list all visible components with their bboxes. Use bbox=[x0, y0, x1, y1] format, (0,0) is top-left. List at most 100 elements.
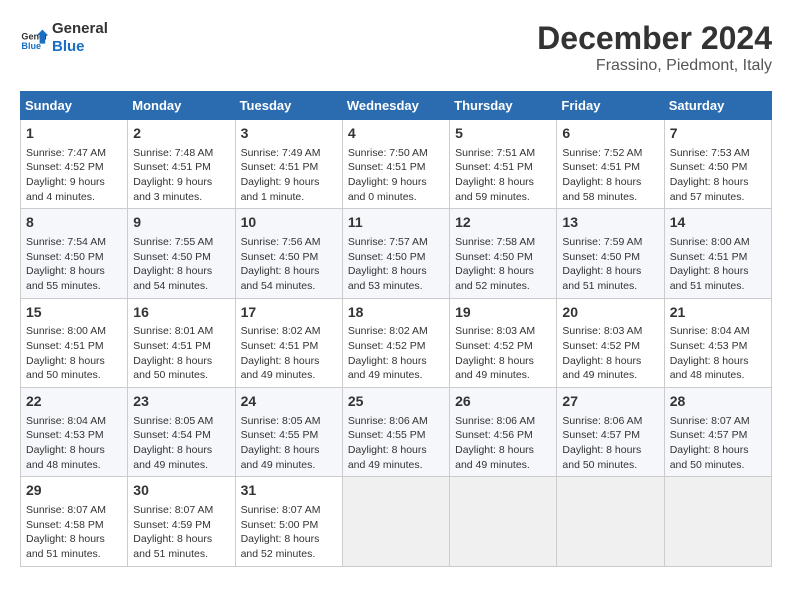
calendar-cell: 10Sunrise: 7:56 AM Sunset: 4:50 PM Dayli… bbox=[235, 209, 342, 298]
col-header-monday: Monday bbox=[128, 92, 235, 120]
calendar-cell: 17Sunrise: 8:02 AM Sunset: 4:51 PM Dayli… bbox=[235, 298, 342, 387]
day-number: 8 bbox=[26, 213, 122, 233]
calendar-cell: 2Sunrise: 7:48 AM Sunset: 4:51 PM Daylig… bbox=[128, 120, 235, 209]
day-number: 29 bbox=[26, 481, 122, 501]
day-info: Sunrise: 8:07 AM Sunset: 4:58 PM Dayligh… bbox=[26, 503, 122, 562]
day-info: Sunrise: 7:52 AM Sunset: 4:51 PM Dayligh… bbox=[562, 146, 658, 205]
calendar-cell: 29Sunrise: 8:07 AM Sunset: 4:58 PM Dayli… bbox=[21, 477, 128, 566]
day-number: 19 bbox=[455, 303, 551, 323]
logo-icon: General Blue bbox=[20, 24, 48, 52]
col-header-wednesday: Wednesday bbox=[342, 92, 449, 120]
day-number: 31 bbox=[241, 481, 337, 501]
svg-text:Blue: Blue bbox=[21, 41, 41, 51]
logo: General Blue General Blue bbox=[20, 20, 108, 56]
day-number: 26 bbox=[455, 392, 551, 412]
day-number: 17 bbox=[241, 303, 337, 323]
day-info: Sunrise: 7:48 AM Sunset: 4:51 PM Dayligh… bbox=[133, 146, 229, 205]
calendar-cell: 24Sunrise: 8:05 AM Sunset: 4:55 PM Dayli… bbox=[235, 388, 342, 477]
day-info: Sunrise: 8:04 AM Sunset: 4:53 PM Dayligh… bbox=[26, 414, 122, 473]
calendar-cell: 19Sunrise: 8:03 AM Sunset: 4:52 PM Dayli… bbox=[450, 298, 557, 387]
day-number: 5 bbox=[455, 124, 551, 144]
calendar-cell bbox=[450, 477, 557, 566]
day-info: Sunrise: 8:07 AM Sunset: 4:57 PM Dayligh… bbox=[670, 414, 766, 473]
calendar-cell: 13Sunrise: 7:59 AM Sunset: 4:50 PM Dayli… bbox=[557, 209, 664, 298]
calendar-cell: 9Sunrise: 7:55 AM Sunset: 4:50 PM Daylig… bbox=[128, 209, 235, 298]
col-header-tuesday: Tuesday bbox=[235, 92, 342, 120]
day-info: Sunrise: 8:06 AM Sunset: 4:57 PM Dayligh… bbox=[562, 414, 658, 473]
day-number: 9 bbox=[133, 213, 229, 233]
day-info: Sunrise: 7:59 AM Sunset: 4:50 PM Dayligh… bbox=[562, 235, 658, 294]
calendar-cell: 18Sunrise: 8:02 AM Sunset: 4:52 PM Dayli… bbox=[342, 298, 449, 387]
calendar-cell: 14Sunrise: 8:00 AM Sunset: 4:51 PM Dayli… bbox=[664, 209, 771, 298]
day-number: 25 bbox=[348, 392, 444, 412]
day-info: Sunrise: 8:05 AM Sunset: 4:54 PM Dayligh… bbox=[133, 414, 229, 473]
day-number: 24 bbox=[241, 392, 337, 412]
calendar-cell: 12Sunrise: 7:58 AM Sunset: 4:50 PM Dayli… bbox=[450, 209, 557, 298]
day-info: Sunrise: 8:00 AM Sunset: 4:51 PM Dayligh… bbox=[26, 324, 122, 383]
day-number: 3 bbox=[241, 124, 337, 144]
week-row-3: 15Sunrise: 8:00 AM Sunset: 4:51 PM Dayli… bbox=[21, 298, 772, 387]
day-number: 12 bbox=[455, 213, 551, 233]
calendar-cell: 3Sunrise: 7:49 AM Sunset: 4:51 PM Daylig… bbox=[235, 120, 342, 209]
calendar-cell: 6Sunrise: 7:52 AM Sunset: 4:51 PM Daylig… bbox=[557, 120, 664, 209]
day-info: Sunrise: 8:05 AM Sunset: 4:55 PM Dayligh… bbox=[241, 414, 337, 473]
logo-text: General Blue bbox=[52, 20, 108, 56]
calendar-cell: 21Sunrise: 8:04 AM Sunset: 4:53 PM Dayli… bbox=[664, 298, 771, 387]
day-info: Sunrise: 7:50 AM Sunset: 4:51 PM Dayligh… bbox=[348, 146, 444, 205]
calendar-cell: 20Sunrise: 8:03 AM Sunset: 4:52 PM Dayli… bbox=[557, 298, 664, 387]
col-header-sunday: Sunday bbox=[21, 92, 128, 120]
day-info: Sunrise: 8:00 AM Sunset: 4:51 PM Dayligh… bbox=[670, 235, 766, 294]
day-number: 2 bbox=[133, 124, 229, 144]
calendar-cell: 11Sunrise: 7:57 AM Sunset: 4:50 PM Dayli… bbox=[342, 209, 449, 298]
calendar-cell: 28Sunrise: 8:07 AM Sunset: 4:57 PM Dayli… bbox=[664, 388, 771, 477]
day-number: 15 bbox=[26, 303, 122, 323]
calendar-cell: 23Sunrise: 8:05 AM Sunset: 4:54 PM Dayli… bbox=[128, 388, 235, 477]
calendar-cell: 16Sunrise: 8:01 AM Sunset: 4:51 PM Dayli… bbox=[128, 298, 235, 387]
calendar-cell: 7Sunrise: 7:53 AM Sunset: 4:50 PM Daylig… bbox=[664, 120, 771, 209]
day-info: Sunrise: 8:02 AM Sunset: 4:52 PM Dayligh… bbox=[348, 324, 444, 383]
day-number: 7 bbox=[670, 124, 766, 144]
week-row-2: 8Sunrise: 7:54 AM Sunset: 4:50 PM Daylig… bbox=[21, 209, 772, 298]
day-number: 1 bbox=[26, 124, 122, 144]
day-number: 27 bbox=[562, 392, 658, 412]
week-row-1: 1Sunrise: 7:47 AM Sunset: 4:52 PM Daylig… bbox=[21, 120, 772, 209]
calendar-cell: 8Sunrise: 7:54 AM Sunset: 4:50 PM Daylig… bbox=[21, 209, 128, 298]
day-info: Sunrise: 7:55 AM Sunset: 4:50 PM Dayligh… bbox=[133, 235, 229, 294]
calendar-cell: 22Sunrise: 8:04 AM Sunset: 4:53 PM Dayli… bbox=[21, 388, 128, 477]
col-header-saturday: Saturday bbox=[664, 92, 771, 120]
day-number: 30 bbox=[133, 481, 229, 501]
calendar-table: SundayMondayTuesdayWednesdayThursdayFrid… bbox=[20, 91, 772, 567]
day-info: Sunrise: 8:06 AM Sunset: 4:55 PM Dayligh… bbox=[348, 414, 444, 473]
calendar-cell: 26Sunrise: 8:06 AM Sunset: 4:56 PM Dayli… bbox=[450, 388, 557, 477]
day-info: Sunrise: 7:51 AM Sunset: 4:51 PM Dayligh… bbox=[455, 146, 551, 205]
day-number: 13 bbox=[562, 213, 658, 233]
day-info: Sunrise: 8:02 AM Sunset: 4:51 PM Dayligh… bbox=[241, 324, 337, 383]
day-number: 4 bbox=[348, 124, 444, 144]
day-info: Sunrise: 8:07 AM Sunset: 5:00 PM Dayligh… bbox=[241, 503, 337, 562]
calendar-cell: 25Sunrise: 8:06 AM Sunset: 4:55 PM Dayli… bbox=[342, 388, 449, 477]
calendar-cell: 30Sunrise: 8:07 AM Sunset: 4:59 PM Dayli… bbox=[128, 477, 235, 566]
day-info: Sunrise: 7:57 AM Sunset: 4:50 PM Dayligh… bbox=[348, 235, 444, 294]
calendar-cell bbox=[664, 477, 771, 566]
title-block: December 2024 Frassino, Piedmont, Italy bbox=[537, 20, 772, 75]
calendar-cell bbox=[342, 477, 449, 566]
calendar-cell: 31Sunrise: 8:07 AM Sunset: 5:00 PM Dayli… bbox=[235, 477, 342, 566]
calendar-cell: 5Sunrise: 7:51 AM Sunset: 4:51 PM Daylig… bbox=[450, 120, 557, 209]
day-number: 14 bbox=[670, 213, 766, 233]
col-header-friday: Friday bbox=[557, 92, 664, 120]
week-row-4: 22Sunrise: 8:04 AM Sunset: 4:53 PM Dayli… bbox=[21, 388, 772, 477]
calendar-cell: 15Sunrise: 8:00 AM Sunset: 4:51 PM Dayli… bbox=[21, 298, 128, 387]
day-number: 10 bbox=[241, 213, 337, 233]
day-info: Sunrise: 8:01 AM Sunset: 4:51 PM Dayligh… bbox=[133, 324, 229, 383]
calendar-cell: 1Sunrise: 7:47 AM Sunset: 4:52 PM Daylig… bbox=[21, 120, 128, 209]
day-info: Sunrise: 8:03 AM Sunset: 4:52 PM Dayligh… bbox=[455, 324, 551, 383]
day-info: Sunrise: 7:47 AM Sunset: 4:52 PM Dayligh… bbox=[26, 146, 122, 205]
col-header-thursday: Thursday bbox=[450, 92, 557, 120]
day-info: Sunrise: 8:07 AM Sunset: 4:59 PM Dayligh… bbox=[133, 503, 229, 562]
day-info: Sunrise: 7:53 AM Sunset: 4:50 PM Dayligh… bbox=[670, 146, 766, 205]
day-number: 20 bbox=[562, 303, 658, 323]
day-number: 6 bbox=[562, 124, 658, 144]
main-title: December 2024 bbox=[537, 20, 772, 57]
day-info: Sunrise: 8:06 AM Sunset: 4:56 PM Dayligh… bbox=[455, 414, 551, 473]
calendar-cell: 27Sunrise: 8:06 AM Sunset: 4:57 PM Dayli… bbox=[557, 388, 664, 477]
